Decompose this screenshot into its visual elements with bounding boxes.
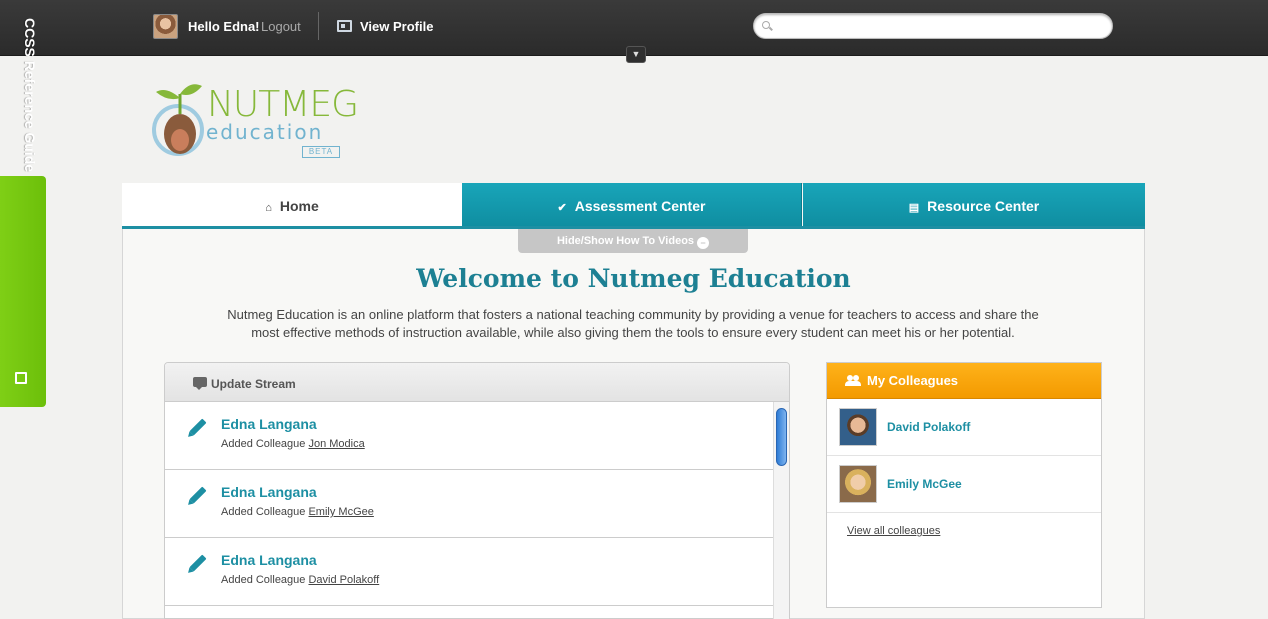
logo-name: NUTMEG bbox=[207, 84, 359, 125]
divider bbox=[318, 12, 319, 40]
search-input[interactable] bbox=[753, 13, 1113, 39]
colleagues-header: My Colleagues bbox=[827, 363, 1101, 399]
avatar[interactable] bbox=[839, 465, 877, 503]
logo-leaf-left bbox=[156, 90, 180, 100]
colleague-name-link[interactable]: Emily McGee bbox=[887, 477, 962, 491]
stream-action: Added Colleague Emily McGee bbox=[221, 506, 374, 518]
hide-show-videos-button[interactable]: Hide/Show How To Videos − bbox=[518, 229, 748, 253]
stream-target-link[interactable]: Emily McGee bbox=[308, 506, 373, 518]
home-icon: ⌂ bbox=[265, 202, 272, 214]
tab-resource-label: Resource Center bbox=[927, 198, 1040, 214]
colleagues-title: My Colleagues bbox=[867, 373, 959, 388]
external-link-icon bbox=[15, 372, 27, 384]
colleague-item[interactable]: Emily McGee bbox=[827, 456, 1101, 513]
update-stream: Update Stream Edna Langana Added Colleag… bbox=[164, 362, 790, 619]
tab-resource-center[interactable]: ▤ Resource Center bbox=[803, 183, 1145, 226]
chat-bubble-icon bbox=[193, 377, 207, 390]
pencil-icon bbox=[189, 418, 207, 436]
avatar[interactable] bbox=[839, 408, 877, 446]
user-avatar[interactable] bbox=[153, 14, 178, 39]
profile-card-icon[interactable] bbox=[337, 20, 352, 32]
intro-text: Nutmeg Education is an online platform t… bbox=[227, 307, 1039, 340]
logout-link[interactable]: Logout bbox=[261, 19, 301, 34]
stream-action-text: Added Colleague bbox=[221, 506, 306, 518]
stream-action: Added Colleague David Polakoff bbox=[221, 574, 379, 586]
tab-home[interactable]: ⌂ Home bbox=[122, 183, 462, 226]
beta-badge: BETA bbox=[302, 146, 340, 158]
pencil-icon bbox=[189, 486, 207, 504]
colleagues-panel: My Colleagues David Polakoff Emily McGee… bbox=[826, 362, 1102, 608]
logo-leaf-right bbox=[180, 84, 202, 95]
colleague-name-link[interactable]: David Polakoff bbox=[887, 420, 970, 434]
view-all-colleagues-link[interactable]: View all colleagues bbox=[847, 525, 940, 537]
stream-action-text: Added Colleague bbox=[221, 438, 306, 450]
tab-home-label: Home bbox=[279, 198, 319, 214]
minus-circle-icon: − bbox=[697, 237, 710, 249]
stream-user-link[interactable]: Edna Langana bbox=[221, 484, 317, 500]
list-item: Edna Langana Added Colleague David Polak… bbox=[165, 538, 774, 606]
stream-header: Update Stream bbox=[165, 363, 789, 402]
stream-title: Update Stream bbox=[211, 377, 296, 391]
colleague-item[interactable]: David Polakoff bbox=[827, 399, 1101, 456]
stream-action-text: Added Colleague bbox=[221, 574, 306, 586]
tab-assessment-label: Assessment Center bbox=[574, 198, 706, 214]
users-icon bbox=[845, 375, 861, 386]
tab-assessment-center[interactable]: ✔ Assessment Center bbox=[462, 183, 802, 226]
chevron-down-icon[interactable]: ▼ bbox=[626, 46, 646, 63]
stream-action: Added Colleague Jon Modica bbox=[221, 438, 365, 450]
book-icon: ▤ bbox=[908, 202, 920, 214]
greeting: Hello Edna! bbox=[188, 19, 260, 34]
list-item: Edna Langana Added Colleague Jon Modica bbox=[165, 402, 774, 470]
stream-user-link[interactable]: Edna Langana bbox=[221, 552, 317, 568]
logo-seed-inner bbox=[171, 129, 189, 151]
nav-tabs: ⌂ Home ✔ Assessment Center ▤ Resource Cente… bbox=[122, 183, 1145, 229]
logo-subtitle: education bbox=[206, 120, 324, 144]
scrollbar-thumb[interactable] bbox=[776, 408, 787, 466]
pencil-icon bbox=[189, 554, 207, 572]
ccss-reference-label: CCSS Reference Guide bbox=[22, 18, 38, 173]
stream-user-link[interactable]: Edna Langana bbox=[221, 416, 317, 432]
page-title: Welcome to Nutmeg Education bbox=[416, 264, 851, 293]
stream-target-link[interactable]: David Polakoff bbox=[308, 574, 379, 586]
checkmark-icon: ✔ bbox=[557, 202, 567, 214]
view-profile-link[interactable]: View Profile bbox=[360, 19, 433, 34]
list-item: Edna Langana Added Colleague Emily McGee bbox=[165, 470, 774, 538]
search-icon bbox=[762, 21, 770, 29]
hide-show-label: Hide/Show How To Videos bbox=[556, 235, 695, 247]
stream-target-link[interactable]: Jon Modica bbox=[308, 438, 364, 450]
